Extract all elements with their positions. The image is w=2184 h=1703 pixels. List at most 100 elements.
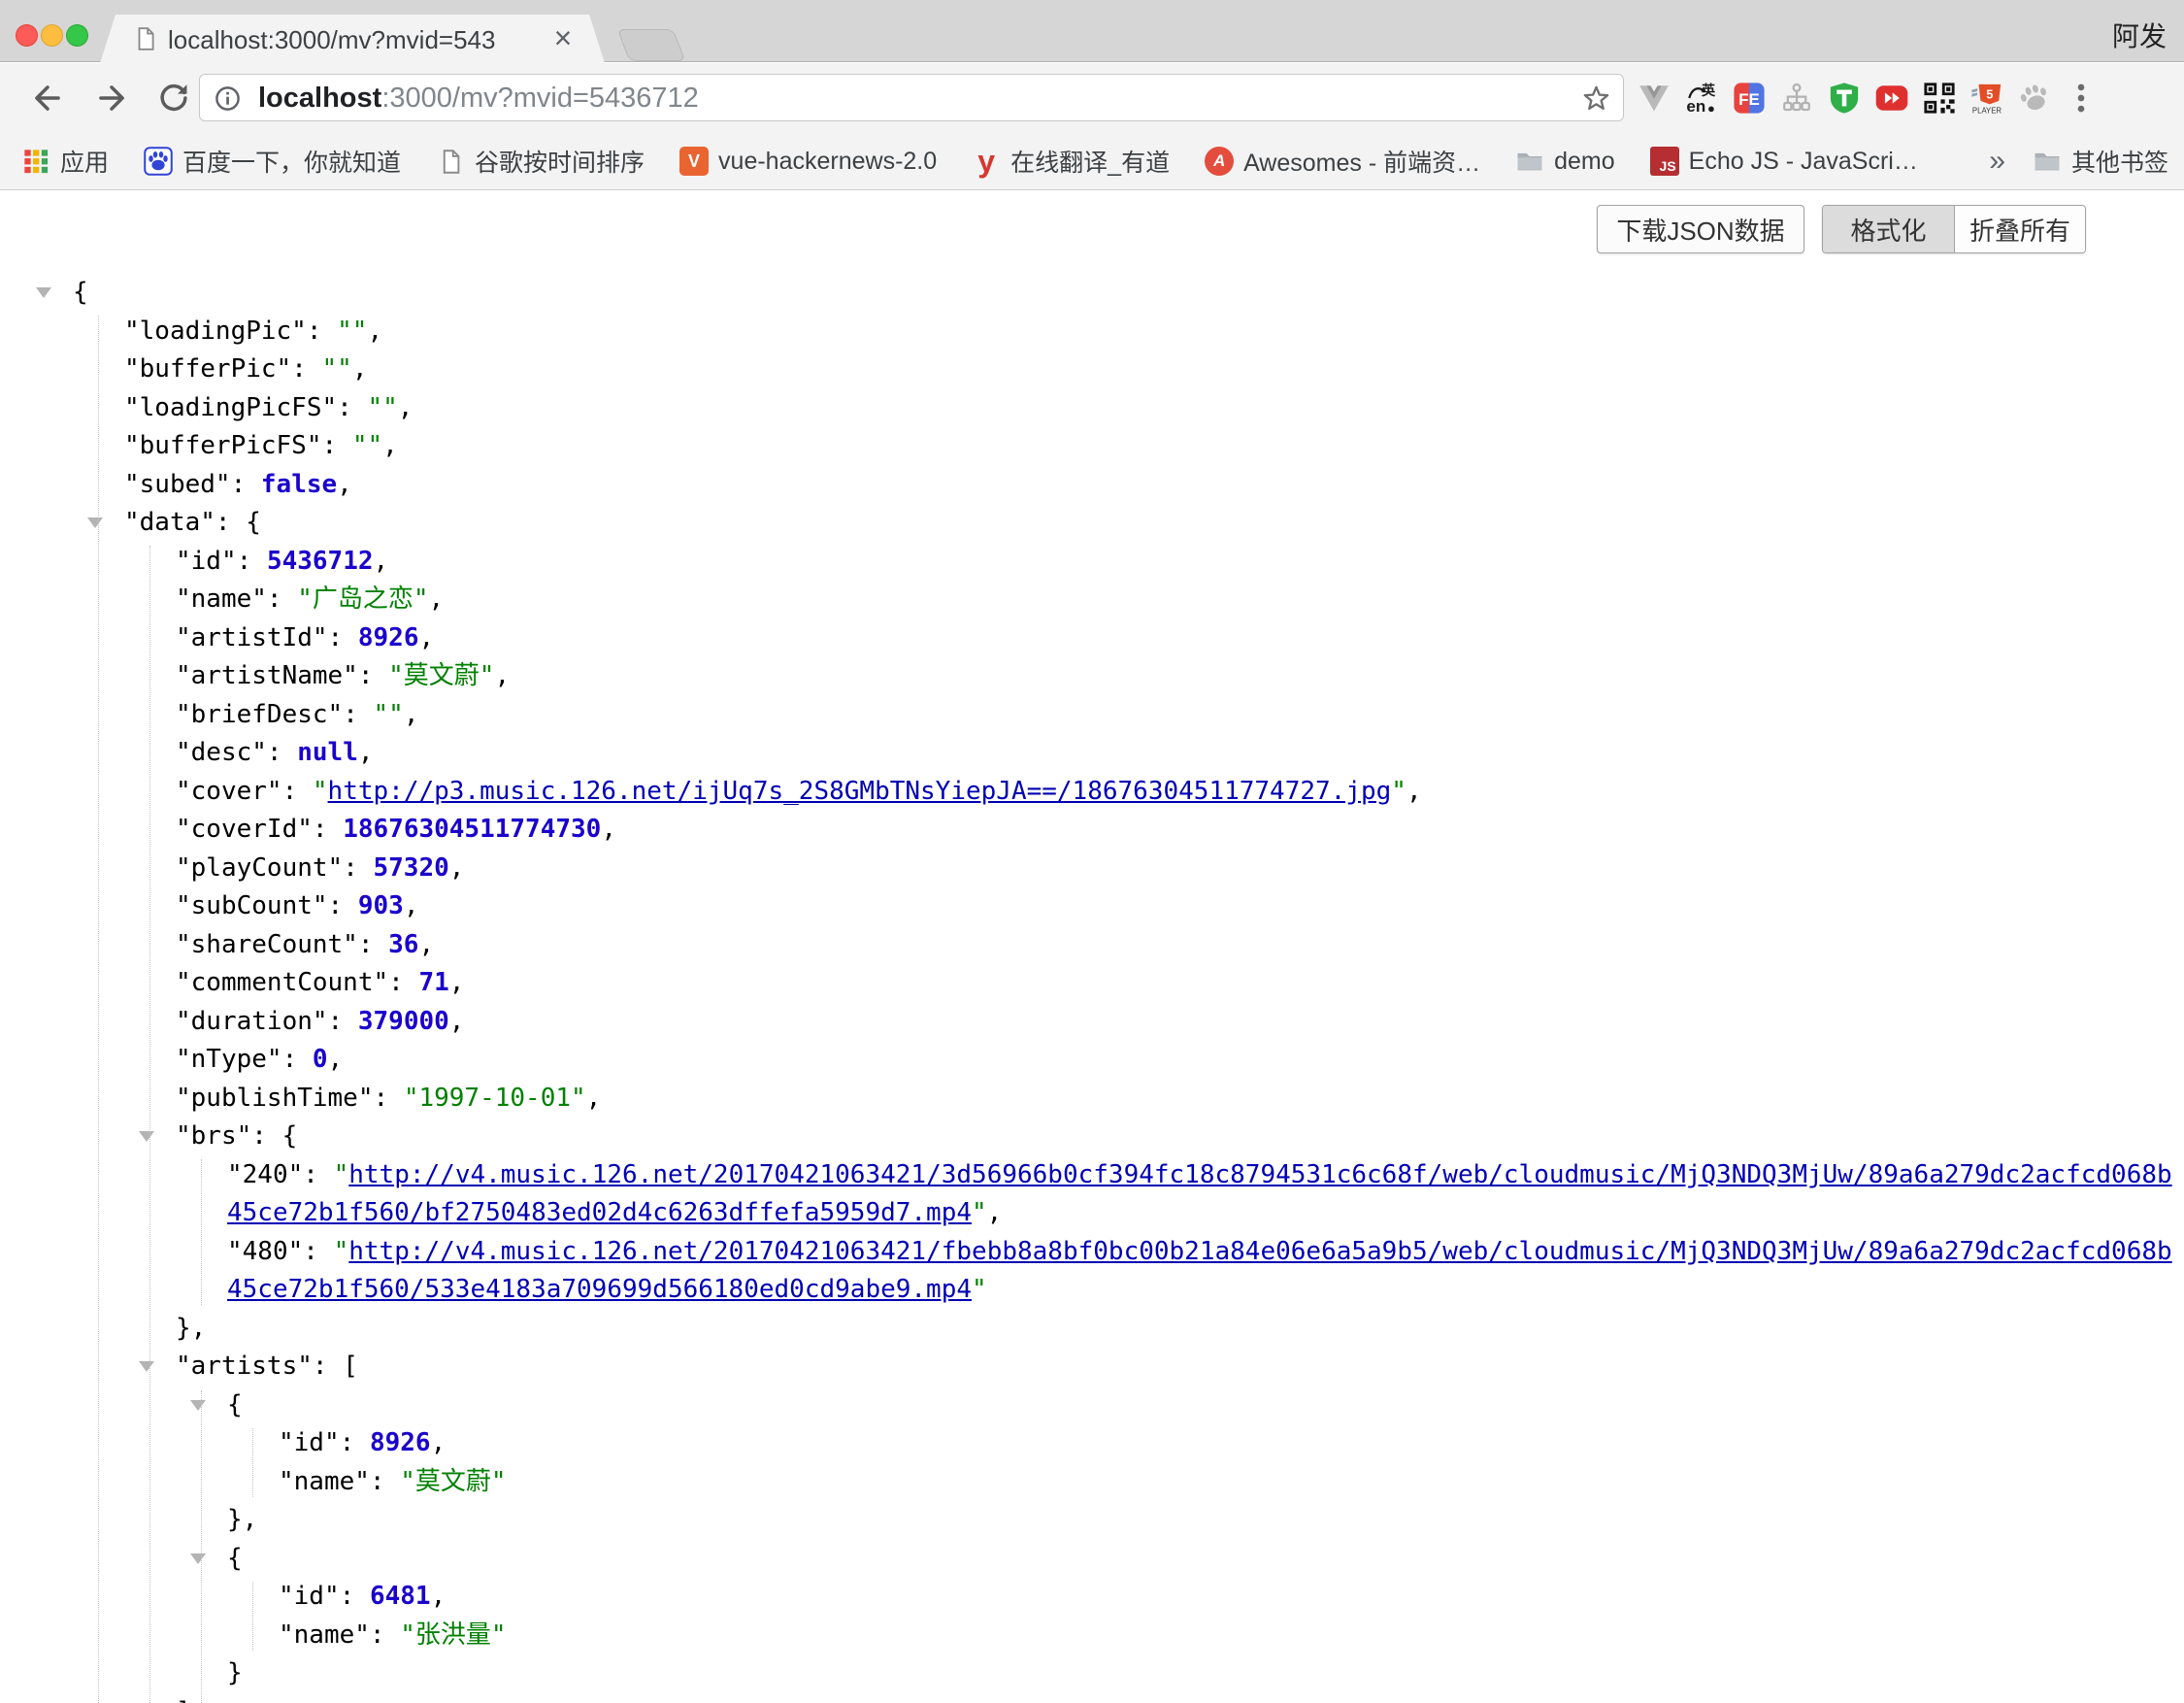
browser-tab[interactable]: localhost:3000/mv?mvid=543 × bbox=[100, 15, 605, 63]
json-colon: : bbox=[313, 1352, 343, 1381]
json-string-value: "" bbox=[322, 354, 352, 384]
json-string-value: "广岛之恋" bbox=[297, 584, 428, 614]
bookmark-label: 其他书签 bbox=[2071, 144, 2168, 179]
bookmarks-overflow-icon[interactable]: » bbox=[1989, 145, 2005, 178]
address-bar[interactable]: localhost:3000/mv?mvid=5436712 bbox=[199, 74, 1624, 121]
json-key: "cover" bbox=[176, 777, 282, 806]
html5-player-extension-icon[interactable]: 5PLAYER bbox=[1969, 80, 2004, 117]
json-colon: : bbox=[291, 354, 321, 384]
fullscreen-window-button[interactable] bbox=[66, 24, 88, 47]
json-comma: , bbox=[337, 470, 352, 499]
json-link[interactable]: http://p3.music.126.net/ijUq7s_2S8GMbTNs… bbox=[328, 777, 1392, 806]
view-mode-segmented-control: 格式化 折叠所有 bbox=[1822, 205, 2086, 253]
minimize-window-button[interactable] bbox=[41, 24, 63, 47]
forward-button[interactable] bbox=[93, 80, 130, 117]
svg-text:en: en bbox=[1686, 97, 1705, 115]
json-key: "bufferPic" bbox=[124, 354, 291, 384]
apps-grid-icon bbox=[21, 147, 50, 176]
json-link[interactable]: http://v4.music.126.net/20170421063421/f… bbox=[227, 1237, 2172, 1305]
profile-name[interactable]: 阿发 bbox=[2112, 16, 2167, 54]
json-line: "loadingPic": "", bbox=[0, 313, 2179, 351]
bookmark-item-1[interactable]: 应用 bbox=[21, 144, 109, 179]
chrome-menu-icon[interactable] bbox=[2063, 80, 2100, 117]
collapse-triangle-icon[interactable] bbox=[190, 1553, 206, 1564]
json-number-value: 6481 bbox=[370, 1582, 431, 1611]
json-string-value: "1997-10-01" bbox=[404, 1084, 586, 1113]
site-info-icon[interactable] bbox=[213, 83, 243, 114]
json-line: "id": 6481, bbox=[0, 1578, 2179, 1617]
back-button[interactable] bbox=[29, 80, 66, 117]
json-key: "240" bbox=[227, 1160, 303, 1189]
collapse-triangle-icon[interactable] bbox=[139, 1361, 154, 1372]
vue-devtools-extension-icon[interactable] bbox=[1637, 80, 1671, 117]
json-string-value: "" bbox=[337, 317, 367, 346]
download-json-button[interactable]: 下载JSON数据 bbox=[1597, 205, 1804, 253]
json-comma: , bbox=[429, 584, 445, 614]
fe-helper-extension-icon[interactable]: FE bbox=[1732, 80, 1767, 117]
json-string-value: "张洪量" bbox=[400, 1620, 506, 1650]
json-link[interactable]: http://v4.music.126.net/20170421063421/3… bbox=[227, 1160, 2172, 1228]
video-download-extension-icon[interactable] bbox=[1874, 80, 1909, 117]
format-button[interactable]: 格式化 bbox=[1823, 206, 1954, 252]
json-colon: : bbox=[374, 1084, 404, 1113]
json-key: "subed" bbox=[124, 470, 231, 499]
json-key: "shareCount" bbox=[176, 930, 358, 959]
json-key: "artistId" bbox=[176, 623, 328, 652]
json-quote: " bbox=[972, 1275, 987, 1304]
json-colon: : bbox=[237, 547, 267, 576]
json-comma: , bbox=[404, 700, 419, 729]
json-line: "data": { bbox=[0, 504, 2179, 543]
json-line: } bbox=[0, 1654, 2179, 1693]
folder-icon bbox=[2033, 147, 2062, 176]
baidu-paw-icon bbox=[144, 147, 173, 176]
json-colon: : bbox=[303, 1237, 333, 1266]
collapse-triangle-icon[interactable] bbox=[139, 1131, 154, 1142]
json-comma: , bbox=[418, 623, 434, 652]
other-bookmarks-folder[interactable]: 其他书签 bbox=[2033, 144, 2168, 179]
bookmark-item-8[interactable]: JSEcho JS - JavaScri… bbox=[1650, 147, 1918, 176]
json-close-bracket: } bbox=[227, 1505, 243, 1534]
translate-extension-icon[interactable]: 英en bbox=[1684, 80, 1719, 117]
bookmark-item-7[interactable]: demo bbox=[1515, 147, 1615, 176]
close-window-button[interactable] bbox=[16, 24, 38, 47]
json-colon: : bbox=[282, 1045, 313, 1074]
json-number-value: 57320 bbox=[374, 853, 449, 883]
tab-close-icon[interactable]: × bbox=[546, 22, 579, 55]
json-colon: : bbox=[337, 393, 367, 422]
bookmarks-bar: 应用百度一下，你就知道谷歌按时间排序 Vvue-hackernews-2.0 y在线… bbox=[0, 133, 2184, 190]
json-key: "id" bbox=[279, 1582, 340, 1611]
bookmark-item-4[interactable]: Vvue-hackernews-2.0 bbox=[679, 147, 937, 176]
bookmark-item-6[interactable]: AAwesomes - 前端资… bbox=[1205, 144, 1480, 179]
json-comma: , bbox=[449, 968, 465, 997]
json-key: "brs" bbox=[176, 1121, 251, 1151]
browser-toolbar: localhost:3000/mv?mvid=5436712 英en FE 5PLA… bbox=[0, 63, 2184, 133]
json-comma: , bbox=[243, 1505, 258, 1534]
new-tab-button[interactable] bbox=[617, 29, 686, 61]
bookmark-item-5[interactable]: y在线翻译_有道 bbox=[972, 144, 1170, 179]
shield-extension-icon[interactable] bbox=[1827, 80, 1862, 117]
json-line: ] bbox=[0, 1693, 2179, 1703]
indent-guide bbox=[201, 1390, 202, 1703]
paw-extension-icon[interactable] bbox=[2017, 80, 2052, 117]
vue-icon: V bbox=[679, 147, 709, 176]
sitemap-extension-icon[interactable] bbox=[1779, 80, 1814, 117]
collapse-all-button[interactable]: 折叠所有 bbox=[1954, 206, 2085, 252]
collapse-triangle-icon[interactable] bbox=[36, 287, 51, 298]
json-colon: : bbox=[322, 431, 352, 460]
bookmark-item-3[interactable]: 谷歌按时间排序 bbox=[436, 144, 645, 179]
reload-button[interactable] bbox=[155, 80, 192, 117]
json-key: "briefDesc" bbox=[176, 700, 343, 729]
qr-code-extension-icon[interactable] bbox=[1922, 80, 1957, 117]
collapse-triangle-icon[interactable] bbox=[87, 518, 103, 528]
bookmark-star-icon[interactable] bbox=[1581, 83, 1611, 114]
url-path: :3000/mv?mvid=5436712 bbox=[381, 83, 698, 114]
json-key: "subCount" bbox=[176, 891, 328, 920]
json-line: "coverId": 18676304511774730, bbox=[0, 811, 2179, 850]
json-line: "240": "http://v4.music.126.net/20170421… bbox=[0, 1156, 2179, 1233]
json-line: "name": "莫文蔚" bbox=[0, 1463, 2179, 1502]
json-key: "id" bbox=[176, 547, 237, 576]
json-comma: , bbox=[494, 661, 510, 690]
json-line: "subed": false, bbox=[0, 466, 2179, 505]
bookmark-item-2[interactable]: 百度一下，你就知道 bbox=[144, 144, 401, 179]
collapse-triangle-icon[interactable] bbox=[190, 1400, 206, 1411]
